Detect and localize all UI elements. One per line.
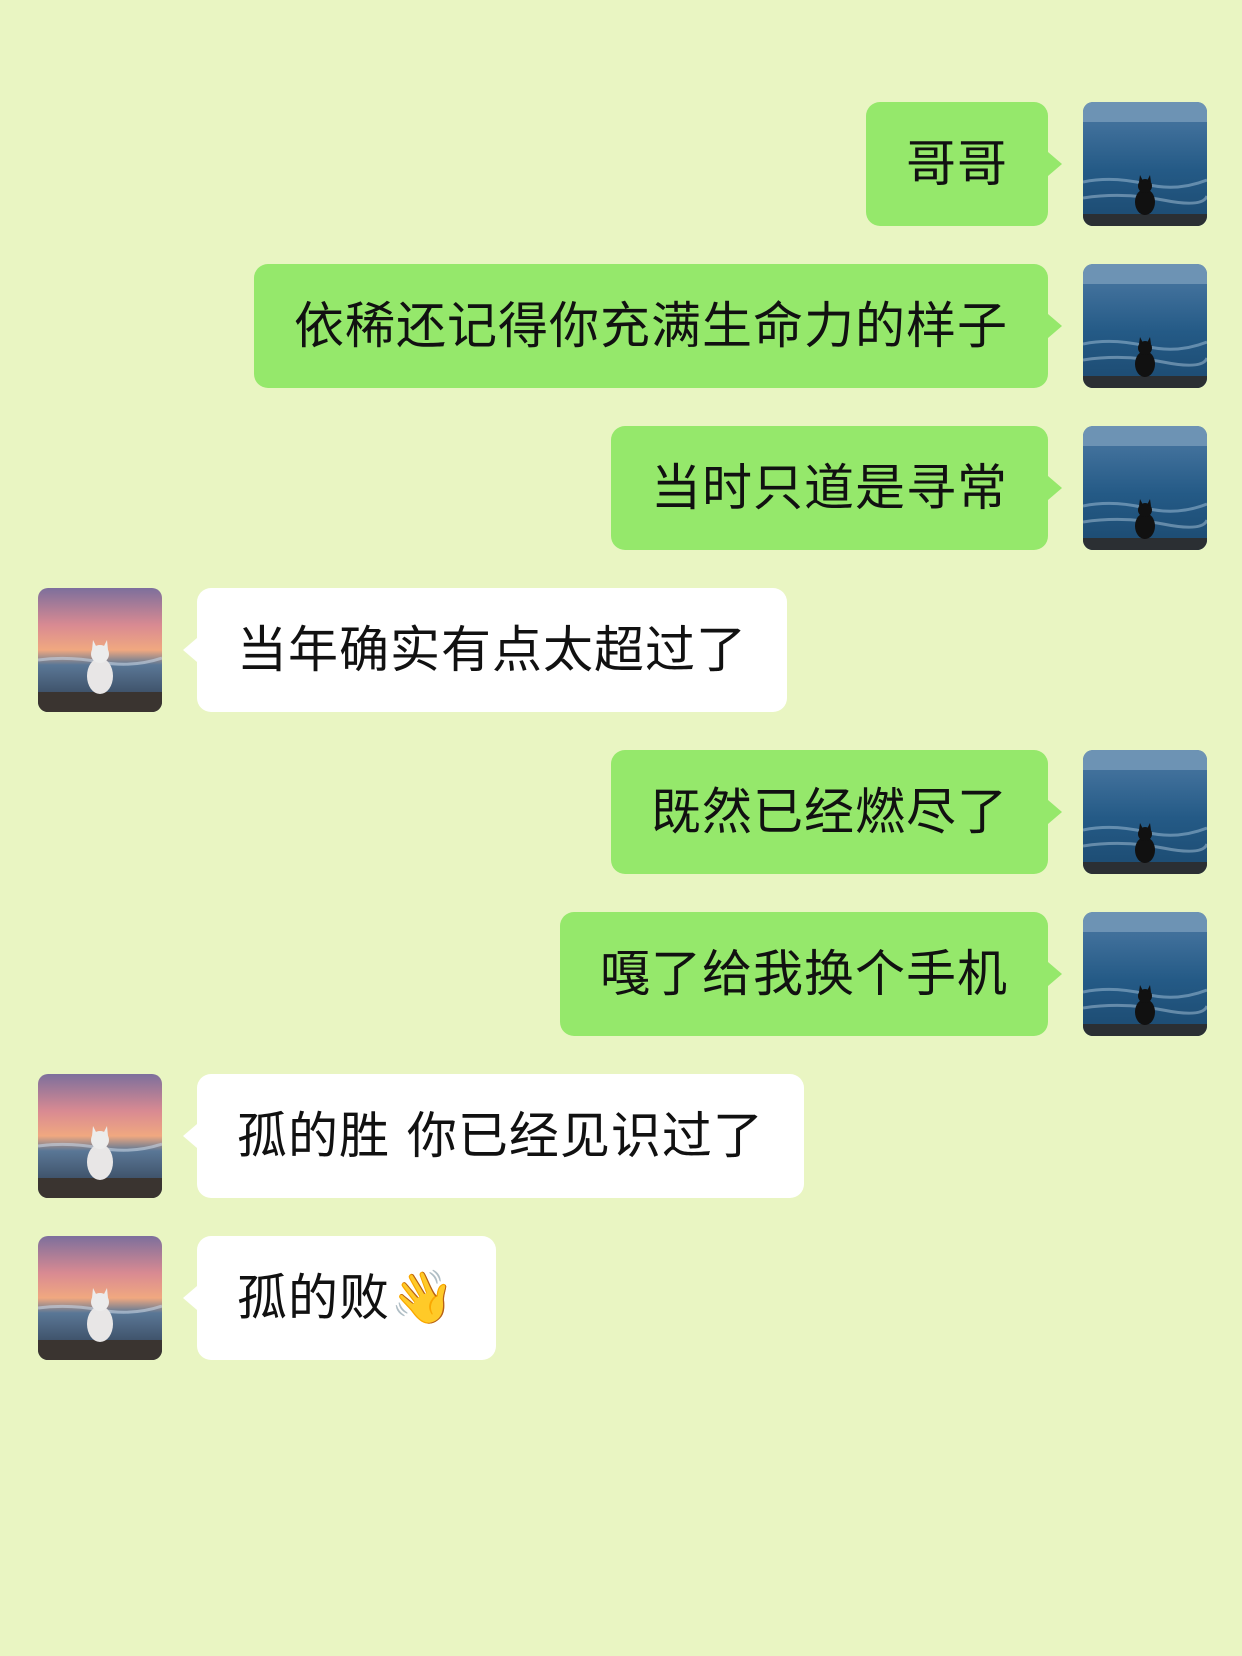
message-text: 依稀还记得你充满生命力的样子 [294, 297, 1008, 355]
black-cat-ocean-avatar[interactable] [1083, 426, 1207, 550]
black-cat-ocean-avatar[interactable] [1083, 102, 1207, 226]
message-row: 当时只道是寻常 [0, 426, 1242, 550]
message-bubble[interactable]: 孤的胜 你已经见识过了 [183, 1074, 804, 1198]
black-cat-ocean-avatar[interactable] [1083, 264, 1207, 388]
message-text: 既然已经燃尽了 [651, 783, 1008, 841]
message-bubble[interactable]: 当时只道是寻常 [611, 426, 1062, 550]
chat-area: 哥哥 依稀还记得你充满生命力的样子 当时只道是寻常 当年确实有点太超过了 既然已… [0, 0, 1242, 1656]
white-cat-sunset-avatar[interactable] [38, 1074, 162, 1198]
black-cat-ocean-avatar[interactable] [1083, 912, 1207, 1036]
black-cat-ocean-avatar[interactable] [1083, 750, 1207, 874]
message-text: 哥哥 [906, 135, 1008, 193]
message-row: 既然已经燃尽了 [0, 750, 1242, 874]
message-text: 嘎了给我换个手机 [600, 945, 1008, 1003]
message-bubble[interactable]: 孤的败👋 [183, 1236, 496, 1360]
message-row: 孤的败👋 [0, 1236, 1242, 1360]
waving-hand-emoji: 👋 [390, 1268, 456, 1328]
white-cat-sunset-avatar[interactable] [38, 588, 162, 712]
message-bubble[interactable]: 哥哥 [866, 102, 1062, 226]
message-row: 嘎了给我换个手机 [0, 912, 1242, 1036]
message-row: 孤的胜 你已经见识过了 [0, 1074, 1242, 1198]
message-row: 依稀还记得你充满生命力的样子 [0, 264, 1242, 388]
message-text: 孤的败 [237, 1269, 390, 1327]
message-text: 当时只道是寻常 [651, 459, 1008, 517]
message-bubble[interactable]: 依稀还记得你充满生命力的样子 [254, 264, 1062, 388]
message-bubble[interactable]: 当年确实有点太超过了 [183, 588, 787, 712]
message-text: 孤的胜 你已经见识过了 [237, 1107, 764, 1165]
message-bubble[interactable]: 嘎了给我换个手机 [560, 912, 1062, 1036]
message-text: 当年确实有点太超过了 [237, 621, 747, 679]
message-bubble[interactable]: 既然已经燃尽了 [611, 750, 1062, 874]
message-row: 当年确实有点太超过了 [0, 588, 1242, 712]
message-row: 哥哥 [0, 102, 1242, 226]
white-cat-sunset-avatar[interactable] [38, 1236, 162, 1360]
